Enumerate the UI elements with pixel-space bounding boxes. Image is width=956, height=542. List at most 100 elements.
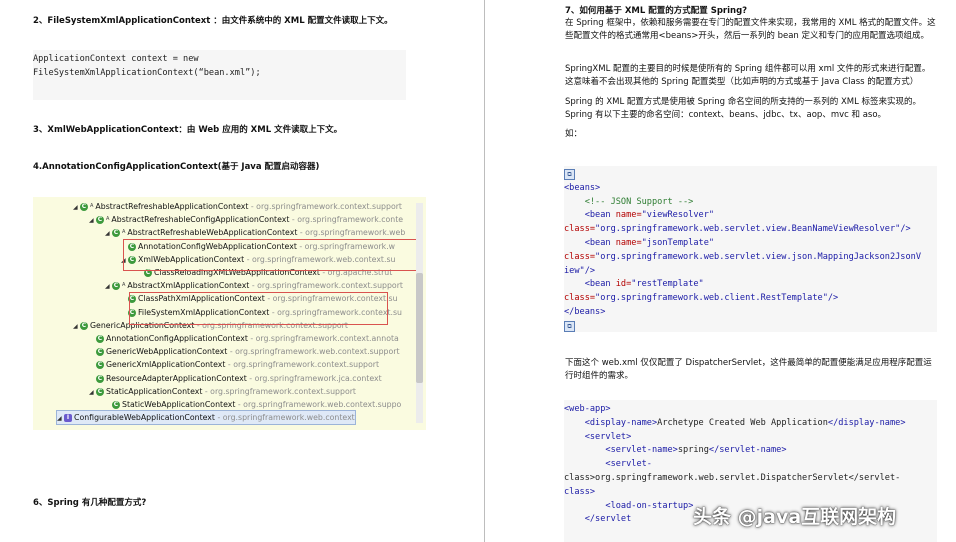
- copy-code-icon-bottom[interactable]: ⧉: [564, 320, 575, 332]
- expand-triangle-icon[interactable]: ◢: [105, 227, 112, 240]
- section-3-heading: 3、XmlWebApplicationContext：由 Web 应用的 XML…: [33, 125, 343, 135]
- code-block-filesystem: ApplicationContext context = new FileSys…: [33, 50, 406, 100]
- paragraph-xml-config: 在 Spring 框架中，依赖和服务需要在专门的配置文件来实现，我常用的 XML…: [565, 18, 936, 41]
- xml-comment: <!-- JSON Support -->: [584, 196, 694, 207]
- tree-row[interactable]: C StaticWebApplicationContext - org.sprin…: [105, 398, 401, 411]
- tree-row[interactable]: C GenericXmlApplicationContext - org.spri…: [89, 358, 379, 371]
- class-icon: C: [112, 229, 120, 238]
- class-name: AbstractXmlApplicationContext: [127, 281, 250, 291]
- section-2-heading: 2、FileSystemXmlApplicationContext ：由文件系统…: [33, 16, 393, 26]
- expand-triangle-icon[interactable]: ◢: [89, 214, 96, 227]
- package-name: - org.springframework.context.support: [248, 202, 402, 211]
- package-name: - org.springframework.web.context.suppo: [235, 400, 402, 409]
- type-hierarchy-panel: ◢ C A AbstractRefreshableApplicationContext…: [33, 197, 426, 430]
- package-name: - org.springframework.jca.context: [246, 373, 382, 383]
- tree-row[interactable]: C AnnotationConfigApplicationContext - or…: [89, 332, 399, 345]
- xml-bean1-name: "viewResolver": [641, 210, 715, 221]
- expand-triangle-icon[interactable]: ◢: [73, 201, 80, 214]
- expand-triangle-icon[interactable]: ◢: [57, 412, 64, 425]
- class-icon: C: [96, 348, 104, 357]
- xml-beans-open: <beans>: [564, 182, 601, 193]
- class-name: AbstractRefreshableWebApplicationContext: [127, 228, 298, 238]
- paragraph-webxml: 下面这个 web.xml 仅仅配置了 DispatcherServlet，这件最…: [565, 358, 932, 381]
- section-6-heading: 6、Spring 有几种配置方式?: [33, 498, 147, 508]
- tree-row[interactable]: C ResourceAdapterApplicationContext - org…: [89, 372, 382, 385]
- tree-row[interactable]: ◢ I ConfigurableWebApplicationContext - or…: [56, 410, 356, 426]
- xml-bean3-class: "org.springframework.web.client.RestTemp…: [595, 293, 828, 304]
- package-name: - org.springframework.web: [297, 228, 406, 238]
- tree-row[interactable]: ◢ C StaticApplicationContext - org.springf…: [89, 385, 356, 398]
- class-name: AbstractRefreshableConfigApplicationCont…: [111, 215, 290, 225]
- class-name: GenericXmlApplicationContext: [106, 360, 226, 370]
- xml-bean1-class: "org.springframework.web.servlet.view.Be…: [595, 224, 901, 235]
- package-name: - org.springframework.context.support: [202, 386, 356, 396]
- class-icon: C: [80, 321, 88, 330]
- package-name: - org.springframework.context.annota: [247, 334, 399, 343]
- xml-bean2-name: "jsonTemplate": [641, 237, 715, 248]
- highlight-box-xml-contexts: [129, 292, 388, 325]
- xml-servlet-class-open: <servlet-: [605, 459, 652, 470]
- page-divider: [484, 0, 485, 542]
- highlight-box-web-contexts: [123, 239, 418, 271]
- package-name: - org.springframework.web.context.suppor…: [227, 347, 400, 357]
- package-name: - org.springframework.web.context: [214, 413, 355, 423]
- class-name: StaticApplicationContext: [106, 386, 203, 396]
- xml-servlet-name: spring: [677, 445, 709, 456]
- tree-scrollbar[interactable]: [416, 203, 423, 423]
- abstract-marker-icon: A: [90, 203, 94, 209]
- class-icon: C: [80, 203, 88, 211]
- xml-bean2-class: "org.springframework.web.servlet.view.js…: [595, 251, 922, 262]
- class-icon: C: [96, 361, 104, 370]
- abstract-marker-icon: A: [106, 216, 110, 223]
- xml-bean3-id: "restTemplate": [631, 279, 704, 290]
- class-name: ResourceAdapterApplicationContext: [106, 373, 247, 383]
- class-icon: C: [96, 374, 104, 383]
- expand-triangle-icon[interactable]: ◢: [73, 320, 80, 333]
- tree-row[interactable]: ◢ C A AbstractRefreshableApplicationContext…: [73, 200, 402, 213]
- class-name: StaticWebApplicationContext: [122, 400, 236, 409]
- expand-triangle-icon[interactable]: ◢: [89, 386, 96, 399]
- xml-servlet-class: class>org.springframework.web.servlet.Di…: [564, 472, 901, 483]
- class-name: GenericWebApplicationContext: [106, 347, 228, 357]
- tree-row[interactable]: C GenericWebApplicationContext - org.spri…: [89, 345, 400, 358]
- xml-servlet-class-close: class>: [564, 486, 596, 497]
- package-name: - org.springframework.context.support: [225, 360, 380, 370]
- code-line-2: FileSystemXmlApplicationContext(“bean.xm…: [33, 67, 261, 78]
- paragraph-example: 如：: [565, 129, 583, 139]
- class-name: ConfigurableWebApplicationContext: [74, 413, 215, 423]
- class-icon: C: [112, 401, 120, 409]
- interface-icon: I: [64, 414, 72, 423]
- tree-row[interactable]: ◢ C A AbstractRefreshableWebApplicationCont…: [105, 226, 405, 239]
- watermark: 头条 @java互联网架构: [693, 506, 897, 528]
- class-icon: C: [96, 387, 104, 396]
- xml-display-name: Archetype Created Web Application: [657, 417, 828, 428]
- section-4-heading: 4.AnnotationConfigApplicationContext(基于 …: [33, 162, 320, 172]
- class-icon: C: [96, 216, 104, 225]
- abstract-marker-icon: A: [122, 282, 126, 289]
- code-line-1: ApplicationContext context = new: [33, 54, 199, 64]
- right-page: 7、如何用基于 XML 配置的方式配置 Spring? 在 Spring 框架中…: [487, 0, 956, 542]
- xml-bean2-class-cont: iew": [564, 265, 585, 276]
- scroll-thumb[interactable]: [416, 273, 423, 383]
- package-name: - org.springframework.context.support: [249, 281, 403, 291]
- copy-code-icon[interactable]: ⧉: [564, 169, 575, 180]
- left-page: 2、FileSystemXmlApplicationContext ：由文件系统…: [0, 0, 484, 542]
- xml-beans-close: </beans>: [564, 306, 606, 317]
- xml-load-on-startup: <load-on-startup>: [605, 500, 694, 511]
- xml-code-block-beans: ⧉ <beans> <!-- JSON Support --> <bean na…: [564, 166, 937, 332]
- expand-triangle-icon[interactable]: ◢: [105, 280, 112, 293]
- tree-row[interactable]: ◢ C A AbstractRefreshableConfigApplicationC…: [89, 213, 403, 226]
- class-icon: C: [96, 335, 104, 343]
- section-7-heading: 7、如何用基于 XML 配置的方式配置 Spring?: [565, 6, 748, 16]
- paragraph-namespaces: Spring 的 XML 配置方式是使用被 Spring 命名空间的所支持的一系…: [565, 97, 922, 120]
- class-name: AbstractRefreshableApplicationContext: [95, 202, 249, 211]
- xml-webapp-open: <web-app>: [564, 404, 611, 414]
- xml-servlet-close: </servlet: [584, 514, 632, 525]
- abstract-marker-icon: A: [122, 229, 126, 236]
- package-name: - org.springframework.conte: [289, 215, 404, 225]
- tree-row[interactable]: ◢ C A AbstractXmlApplicationContext - org.s…: [105, 279, 403, 292]
- class-name: AnnotationConfigApplicationContext: [106, 334, 248, 343]
- xml-servlet-open: <servlet>: [584, 431, 632, 442]
- class-icon: C: [112, 282, 120, 291]
- paragraph-springxml: SpringXML 配置的主要目的时候是使所有的 Spring 组件都可以用 x…: [565, 64, 931, 87]
